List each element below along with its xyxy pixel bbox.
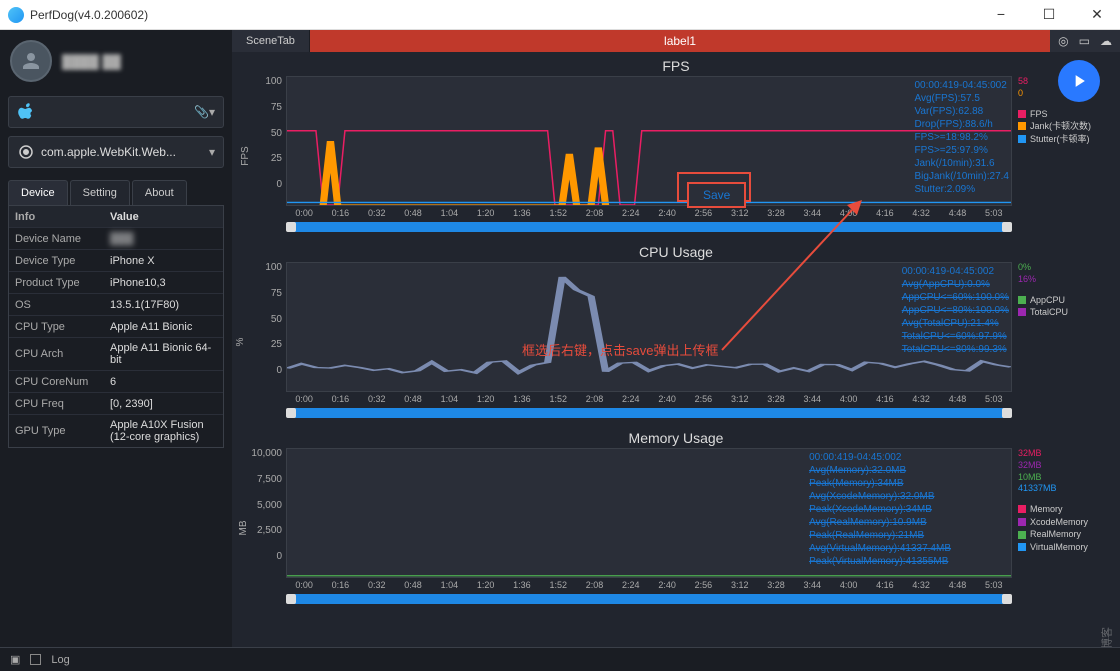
apple-icon [17, 103, 35, 121]
target-icon [17, 143, 35, 161]
info-key: GPU Type [9, 421, 104, 441]
x-axis: 0:000:160:320:481:041:201:361:522:082:24… [286, 394, 1012, 404]
table-row: CPU TypeApple A11 Bionic [9, 316, 223, 338]
log-checkbox[interactable] [30, 654, 41, 665]
time-slider[interactable] [288, 594, 1010, 604]
chart-legend: 0%16% AppCPUTotalCPU [1012, 262, 1108, 422]
table-row: CPU ArchApple A11 Bionic 64-bit [9, 338, 223, 371]
x-axis: 0:000:160:320:481:041:201:361:522:082:24… [286, 580, 1012, 590]
label-bar[interactable]: label1 [310, 30, 1050, 52]
scene-tab[interactable]: SceneTab [232, 30, 310, 52]
info-value: iPhone X [104, 251, 223, 271]
chevron-down-icon: ▾ [209, 105, 215, 119]
log-label: Log [51, 654, 69, 666]
window-titlebar: PerfDog(v4.0.200602) − ☐ ✕ [0, 0, 1120, 30]
close-button[interactable]: ✕ [1082, 6, 1112, 23]
chart-plot[interactable]: 00:00:419-04:45:002Avg(Memory):32.0MBPea… [286, 448, 1012, 578]
info-key: CPU Freq [9, 394, 104, 414]
collapse-icon[interactable]: ▣ [10, 653, 20, 666]
sidebar-tabs: Device Setting About [8, 180, 224, 206]
attachment-icon: 📎 [194, 105, 209, 119]
minimize-button[interactable]: − [986, 6, 1016, 23]
chevron-down-icon: ▾ [209, 145, 215, 159]
table-row: CPU Freq[0, 2390] [9, 393, 223, 415]
info-value: ███ [104, 229, 223, 249]
chart-plot[interactable]: 00:00:419-04:45:002Avg(AppCPU):0.0%AppCP… [286, 262, 1012, 392]
info-key: Product Type [9, 273, 104, 293]
table-row: OS13.5.1(17F80) [9, 294, 223, 316]
chart-cpu-usage: CPU Usage % 1007550250 00:00:419-04:45:0… [244, 244, 1108, 422]
x-axis: 0:000:160:320:481:041:201:361:522:082:24… [286, 208, 1012, 218]
chart-title: CPU Usage [244, 244, 1108, 260]
folder-icon[interactable]: ▭ [1079, 34, 1090, 48]
window-title: PerfDog(v4.0.200602) [30, 8, 986, 22]
info-value: [0, 2390] [104, 394, 223, 414]
y-axis-label: FPS [240, 146, 251, 165]
info-key: CPU CoreNum [9, 372, 104, 392]
avatar-icon[interactable] [10, 40, 52, 82]
chart-title: FPS [244, 58, 1108, 74]
play-button[interactable] [1058, 60, 1100, 102]
table-row: Device Name███ [9, 228, 223, 250]
info-value: iPhone10,3 [104, 273, 223, 293]
info-key: Device Type [9, 251, 104, 271]
chart-legend: 32MB32MB10MB41337MB MemoryXcodeMemoryRea… [1012, 448, 1108, 608]
info-key: Device Name [9, 229, 104, 249]
time-slider[interactable] [288, 408, 1010, 418]
location-icon[interactable]: ◎ [1058, 34, 1068, 48]
info-key: OS [9, 295, 104, 315]
bottom-bar: ▣ Log [0, 647, 1120, 671]
annotation-text: 框选后右键，点击save弹出上传框 [522, 340, 718, 359]
save-context-button[interactable]: Save [687, 182, 746, 208]
process-name: com.apple.WebKit.Web... [41, 145, 209, 159]
y-axis: 10,0007,5005,0002,5000 [244, 448, 286, 578]
time-slider[interactable] [288, 222, 1010, 232]
device-selector[interactable]: 📎 ▾ [8, 96, 224, 128]
chart-plot[interactable]: 00:00:419-04:45:002Avg(FPS):57.5Var(FPS)… [286, 76, 1012, 206]
header-value: Value [104, 207, 223, 227]
tab-about[interactable]: About [132, 180, 187, 205]
y-axis-label: % [235, 338, 246, 347]
table-row: Device TypeiPhone X [9, 250, 223, 272]
table-row: CPU CoreNum6 [9, 371, 223, 393]
y-axis: 1007550250 [244, 76, 286, 206]
chart-title: Memory Usage [244, 430, 1108, 446]
info-value: Apple A10X Fusion (12-core graphics) [104, 415, 223, 447]
info-value: Apple A11 Bionic [104, 317, 223, 337]
info-value: 13.5.1(17F80) [104, 295, 223, 315]
table-row: GPU TypeApple A10X Fusion (12-core graph… [9, 415, 223, 447]
info-key: CPU Type [9, 317, 104, 337]
info-key: CPU Arch [9, 344, 104, 364]
maximize-button[interactable]: ☐ [1034, 6, 1064, 23]
info-value: 6 [104, 372, 223, 392]
main-panel: SceneTab label1 ◎ ▭ ☁ FPS FPS 1007550250… [232, 30, 1120, 647]
process-selector[interactable]: com.apple.WebKit.Web... ▾ [8, 136, 224, 168]
chart-fps: FPS FPS 1007550250 00:00:419-04:45:002Av… [244, 58, 1108, 236]
app-logo-icon [8, 7, 24, 23]
sidebar: ████ ██ 📎 ▾ com.apple.WebKit.Web... ▾ De… [0, 30, 232, 647]
header-info: Info [9, 207, 104, 227]
info-value: Apple A11 Bionic 64-bit [104, 338, 223, 370]
tab-device[interactable]: Device [8, 180, 68, 205]
tab-setting[interactable]: Setting [70, 180, 130, 205]
cloud-icon[interactable]: ☁ [1100, 34, 1112, 48]
table-row: Product TypeiPhone10,3 [9, 272, 223, 294]
username: ████ ██ [62, 54, 121, 69]
y-axis: 1007550250 [244, 262, 286, 392]
device-info-table: Info Value Device Name███Device TypeiPho… [8, 206, 224, 448]
watermark: 51CTO博客 [1098, 627, 1114, 647]
chart-memory-usage: Memory Usage MB 10,0007,5005,0002,5000 0… [244, 430, 1108, 608]
chart-legend: 580 FPSJank(卡顿次数)Stutter(卡顿率) [1012, 76, 1108, 236]
y-axis-label: MB [238, 521, 249, 536]
